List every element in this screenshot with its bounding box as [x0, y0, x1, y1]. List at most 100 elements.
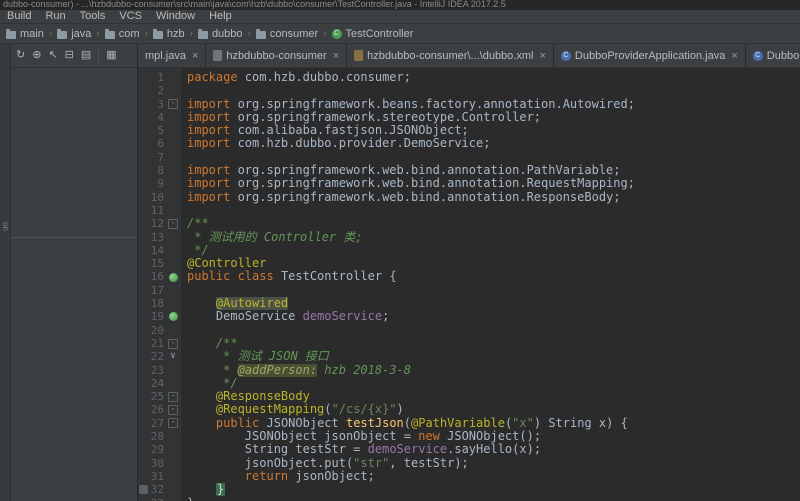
- folder-icon: [152, 28, 163, 39]
- breadcrumb-item-dubbo[interactable]: dubbo: [196, 28, 245, 40]
- gutter-marker: ∨: [165, 350, 181, 363]
- add-icon[interactable]: ⊕: [32, 50, 41, 61]
- code-line: 32 }: [138, 483, 800, 497]
- gutter-marker: [165, 270, 181, 283]
- code-line: 11: [138, 204, 800, 217]
- gutter-marker: [165, 284, 181, 297]
- gutter-marker: [165, 151, 181, 164]
- toolbar-divider: [98, 49, 100, 62]
- tab-close-icon[interactable]: ×: [731, 50, 737, 62]
- menu-item-help[interactable]: Help: [202, 10, 239, 23]
- gutter-marker: [165, 470, 181, 483]
- fold-marker[interactable]: -: [168, 99, 178, 110]
- gutter-marker: [165, 443, 181, 456]
- list-view-icon[interactable]: ▤: [81, 50, 91, 61]
- code-text: import com.hzb.dubbo.provider.DemoServic…: [187, 137, 491, 151]
- gutter-marker: [165, 377, 181, 390]
- gutter-marker: [165, 297, 181, 310]
- spring-bean-icon[interactable]: [168, 272, 178, 282]
- tab-mpl-java[interactable]: mpl.java ×: [138, 44, 207, 67]
- fold-arrow-icon[interactable]: ∨: [170, 352, 175, 361]
- code-line: 28 JSONObject jsonObject = new JSONObjec…: [138, 430, 800, 443]
- line-number: 10: [150, 190, 164, 204]
- code-text: import com.alibaba.fastjson.JSONObject;: [187, 124, 469, 138]
- spring-bean-icon[interactable]: [168, 312, 178, 322]
- gutter-marker: -: [165, 390, 181, 403]
- line-number: 27: [150, 416, 164, 430]
- line-number: 1: [157, 71, 164, 84]
- code-text: import org.springframework.stereotype.Co…: [187, 110, 542, 124]
- java-class-icon: C: [331, 28, 342, 39]
- fold-marker[interactable]: -: [168, 391, 178, 402]
- tab-label: DubboConsumerApplication.java: [766, 49, 800, 62]
- code-line: 1 package com.hzb.dubbo.consumer;: [138, 71, 800, 84]
- tab-hzbdubbo-consumer-dubbo-xml[interactable]: hzbdubbo-consumer\...\dubbo.xml ×: [347, 44, 554, 67]
- tab-dubboproviderapplication-java[interactable]: C DubboProviderApplication.java ×: [554, 44, 746, 67]
- menu-item-vcs[interactable]: VCS: [112, 10, 149, 23]
- breadcrumb-item-com[interactable]: com: [103, 28, 142, 40]
- code-text: return jsonObject;: [244, 469, 375, 483]
- tab-close-icon[interactable]: ×: [333, 50, 339, 62]
- breadcrumb-label: hzb: [166, 27, 185, 40]
- settings-icon[interactable]: ▦: [106, 50, 116, 61]
- line-number: 2: [157, 84, 164, 98]
- breadcrumb-label: TestController: [345, 27, 414, 40]
- menu-item-tools[interactable]: Tools: [73, 10, 113, 23]
- line-number: 7: [157, 150, 164, 164]
- tab-close-icon[interactable]: ×: [192, 50, 198, 62]
- line-number: 23: [150, 363, 164, 377]
- tab-hzbdubbo-consumer[interactable]: hzbdubbo-consumer ×: [206, 44, 348, 67]
- fold-marker[interactable]: -: [168, 218, 178, 229]
- code-text: * 测试用的 Controller 类;: [187, 230, 363, 244]
- java-class-icon: C: [560, 50, 571, 61]
- breadcrumb-item-java[interactable]: java: [55, 28, 93, 40]
- code-editor[interactable]: 1 package com.hzb.dubbo.consumer; 2 3- impor…: [138, 68, 800, 501]
- tab-dubboconsumerapplication-java[interactable]: CDubboConsumerApplication.java×: [746, 44, 800, 67]
- breadcrumb-item-hzb[interactable]: hzb: [151, 28, 187, 40]
- editor-tab-bar: mpl.java × hzbdubbo-consumer × hzbdubbo-cons…: [138, 44, 800, 68]
- gutter-marker: [165, 483, 181, 496]
- gutter-marker: [165, 497, 181, 501]
- code-line: 4 import org.springframework.stereotype.C…: [138, 111, 800, 124]
- line-number: 9: [157, 177, 164, 191]
- code-line: 20: [138, 324, 800, 337]
- code-text: import org.springframework.beans.factory…: [187, 97, 635, 111]
- menu-item-build[interactable]: Build: [0, 10, 38, 23]
- line-number: 32: [138, 483, 165, 496]
- breadcrumb-item-consumer[interactable]: consumer: [254, 28, 320, 40]
- breadcrumb-label: main: [20, 27, 44, 40]
- gutter-marker: [165, 310, 181, 323]
- menu-item-run[interactable]: Run: [38, 10, 72, 23]
- breadcrumb-item-testcontroller[interactable]: C TestController: [330, 28, 416, 40]
- code-line: 10 import org.springframework.web.bind.an…: [138, 191, 800, 204]
- code-line: 23 * @addPerson: hzb 2018-3-8: [138, 363, 800, 377]
- menu-item-window[interactable]: Window: [149, 10, 202, 23]
- gutter-marker: [165, 257, 181, 270]
- code-text: @Controller: [187, 257, 267, 271]
- code-text: String testStr = demoService.sayHello(x)…: [244, 443, 542, 457]
- gutter-marker: [165, 164, 181, 177]
- code-line: 5 import com.alibaba.fastjson.JSONObject;: [138, 124, 800, 137]
- breadcrumb-label: java: [71, 27, 92, 40]
- project-panel-body[interactable]: [11, 68, 137, 501]
- java-class-icon: C: [752, 50, 763, 61]
- bookmark-icon[interactable]: [139, 485, 148, 495]
- fold-marker[interactable]: -: [168, 405, 178, 416]
- fold-marker[interactable]: -: [168, 338, 178, 349]
- folder-icon: [6, 28, 16, 39]
- fold-marker[interactable]: -: [168, 418, 178, 429]
- breadcrumb: main › java › com › hzb › dubbo › consumer › C TestCo…: [0, 24, 800, 44]
- collapse-all-icon[interactable]: ⊟: [65, 50, 74, 61]
- tab-close-icon[interactable]: ×: [539, 50, 545, 62]
- breadcrumb-item-main[interactable]: main: [4, 28, 46, 40]
- line-number: 25: [150, 390, 164, 404]
- code-line: 30 jsonObject.put("str", testStr);: [138, 457, 800, 470]
- code-line: 17: [138, 284, 800, 297]
- refresh-icon[interactable]: ↻: [16, 50, 25, 61]
- tab-label: DubboProviderApplication.java: [574, 49, 726, 62]
- panel-divider: [11, 237, 137, 238]
- code-text: }: [181, 497, 800, 501]
- locate-icon[interactable]: ↖: [48, 50, 57, 61]
